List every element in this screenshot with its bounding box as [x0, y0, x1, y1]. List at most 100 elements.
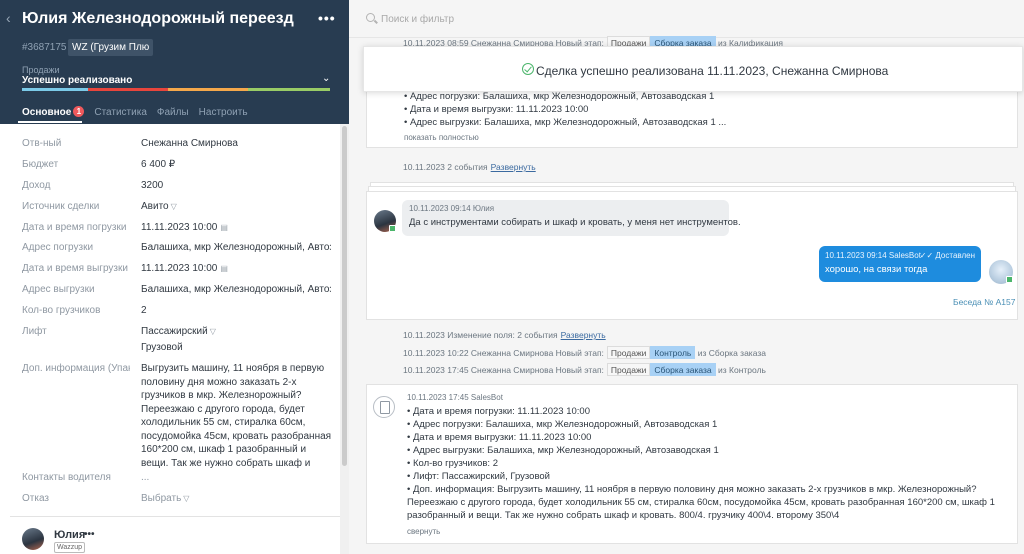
delivered-status: ✓✓ Доставлен	[919, 251, 975, 260]
whatsapp-icon	[1006, 276, 1013, 283]
show-more-link[interactable]: показать полностью	[404, 133, 479, 142]
stage-change-line: 10.11.2023 17:45 Снежанна Смирнова Новый…	[403, 363, 766, 376]
message-text: хорошо, на связи тогда	[825, 264, 928, 275]
contact-more-icon[interactable]: •••	[84, 529, 95, 540]
deal-header: ‹ Юлия Железнодорожный переезд ••• #3687…	[0, 0, 349, 124]
notification-badge: 1	[73, 106, 85, 117]
field-value-refusal[interactable]: Выбрать ▽	[141, 493, 331, 504]
chevron-down-icon: ▽	[170, 202, 177, 211]
tab-main[interactable]: Основное 1	[22, 106, 85, 118]
field-value-movers[interactable]: 2	[141, 305, 331, 316]
bot-avatar	[989, 260, 1013, 284]
field-label-extra-info: Доп. информация (Упаковка)	[22, 363, 130, 374]
field-label-refusal: Отказ	[22, 493, 49, 504]
field-label-source: Источник сделки	[22, 201, 100, 212]
more-options-icon[interactable]: •••	[318, 10, 336, 26]
field-label-load-datetime: Дата и время погрузки	[22, 222, 127, 233]
field-value-driver-contacts[interactable]: ...	[141, 472, 331, 483]
pipeline-name: Продажи	[22, 65, 60, 75]
events-text: 10.11.2023 Изменение поля: 2 события	[403, 330, 558, 340]
calendar-icon: ▤	[220, 264, 228, 273]
field-label-responsible: Отв-ный	[22, 138, 62, 149]
field-label-movers: Кол-во грузчиков	[22, 305, 101, 316]
load-datetime-value: 11.11.2023 10:00	[141, 222, 218, 233]
feed-panel: 10.11.2023 08:59 Снежанна Смирнова Новый…	[349, 0, 1024, 554]
field-label-lift: Лифт	[22, 326, 47, 337]
field-value-lift[interactable]: Пассажирский ▽	[141, 326, 331, 337]
contact-source-badge: Wazzup	[54, 542, 86, 553]
back-arrow-icon[interactable]: ‹	[6, 10, 18, 26]
field-value-lift-2[interactable]: Грузовой	[141, 342, 331, 353]
stage-change-line: 10.11.2023 10:22 Снежанна Смирнова Новый…	[403, 346, 766, 359]
stage-segment	[168, 88, 248, 91]
field-value-unload-datetime[interactable]: 11.11.2023 10:00 ▤	[141, 263, 331, 274]
deal-title[interactable]: Юлия Железнодорожный переезд	[22, 10, 294, 28]
avatar[interactable]	[374, 210, 396, 232]
field-value-unload-address[interactable]: Балашиха, мкр Железнодорожный, Автозавод…	[141, 284, 331, 295]
search-icon	[366, 13, 375, 22]
field-value-budget[interactable]: 6 400 ₽	[141, 159, 331, 170]
deal-tag[interactable]: WZ (Грузим Плю	[68, 39, 154, 56]
stage-change-from: из Контроль	[718, 364, 766, 375]
contact-avatar[interactable]	[22, 528, 44, 550]
field-value-load-datetime[interactable]: 11.11.2023 10:00 ▤	[141, 222, 331, 233]
success-toast: Сделка успешно реализована 11.11.2023, С…	[363, 46, 1023, 92]
field-label-budget: Бюджет	[22, 159, 59, 170]
expand-link[interactable]: Развернуть	[561, 330, 606, 340]
pipeline-pill: Продажи	[606, 346, 651, 359]
message-meta: 10.11.2023 09:14 SalesBot	[825, 251, 921, 260]
field-value-load-address[interactable]: Балашиха, мкр Железнодорожный, Автозавод…	[141, 242, 331, 253]
stage-select[interactable]: Успешно реализовано	[22, 75, 132, 86]
field-value-responsible[interactable]: Снежанна Смирнова	[141, 138, 331, 149]
deal-sidebar: ‹ Юлия Железнодорожный переезд ••• #3687…	[0, 0, 349, 554]
active-tab-indicator	[18, 121, 82, 123]
conversation-link[interactable]: Беседа № А157	[953, 297, 1015, 307]
stage-change-text: Снежанна Смирнова Новый этап:	[470, 347, 604, 358]
card-line: • Лифт: Пассажирский, Грузовой	[407, 471, 550, 482]
deal-id: #3687175	[22, 42, 67, 53]
tab-files[interactable]: Файлы	[157, 107, 189, 118]
tab-settings[interactable]: Настроить	[199, 107, 248, 118]
pipeline-pill: Продажи	[606, 363, 651, 376]
tab-statistics[interactable]: Статистика	[94, 107, 147, 118]
card-line: • Дата и время выгрузки: 11.11.2023 10:0…	[407, 432, 592, 443]
deal-tabs: Основное 1 Статистика Файлы Настроить	[22, 106, 248, 118]
card-line: разобранный и вещи. Так же нужно собрать…	[407, 510, 840, 521]
field-value-source[interactable]: Авито ▽	[141, 201, 331, 212]
check-circle-icon	[522, 63, 534, 75]
scrollbar-thumb[interactable]	[342, 126, 347, 466]
search-input[interactable]	[381, 11, 681, 27]
sidebar-scrollbar[interactable]	[340, 124, 349, 554]
expand-link[interactable]: Развернуть	[491, 162, 536, 172]
divider	[10, 516, 340, 517]
message-text: Да с инструментами собирать и шкаф и кро…	[409, 217, 741, 228]
field-label-load-address: Адрес погрузки	[22, 242, 94, 253]
events-line: 10.11.2023 Изменение поля: 2 события Разв…	[403, 330, 606, 340]
source-value: Авито	[141, 201, 169, 212]
calendar-icon: ▤	[220, 223, 228, 232]
events-text: 10.11.2023 2 события	[403, 162, 488, 172]
stage-segment	[22, 88, 88, 91]
toast-text: Сделка успешно реализована 11.11.2023, С…	[536, 64, 889, 78]
card-line: • Доп. информация: Выгрузить машину, 11 …	[407, 484, 977, 495]
bot-message-card: 10.11.2023 17:45 SalesBot • Дата и время…	[366, 384, 1018, 544]
incoming-message: 10.11.2023 09:14 Юлия Да с инструментами…	[402, 200, 741, 236]
outgoing-message: 10.11.2023 09:14 SalesBot ✓✓ Доставлен х…	[819, 246, 981, 282]
field-value-income[interactable]: 3200	[141, 180, 331, 191]
stage-segment	[248, 88, 330, 91]
contact-name[interactable]: Юлия	[54, 529, 85, 541]
collapse-link[interactable]: свернуть	[407, 527, 440, 536]
stage-change-date: 10.11.2023 10:22	[403, 347, 469, 358]
field-label-income: Доход	[22, 180, 51, 191]
stage-change-from: из Сборка заказа	[697, 347, 766, 358]
whatsapp-icon	[389, 225, 396, 232]
card-line: • Дата и время погрузки: 11.11.2023 10:0…	[407, 406, 590, 417]
card-line: • Адрес погрузки: Балашиха, мкр Железнод…	[407, 419, 718, 430]
chevron-down-icon[interactable]: ⌄	[322, 73, 330, 84]
tab-main-label: Основное	[22, 107, 72, 118]
card-line: • Адрес погрузки: Балашиха, мкр Железнод…	[404, 91, 715, 102]
field-value-extra-info[interactable]: Выгрузить машину, 11 ноября в первую пол…	[141, 362, 333, 470]
stage-progress-bar	[22, 88, 330, 91]
message-meta: 10.11.2023 09:14 Юлия	[409, 204, 495, 213]
unload-datetime-value: 11.11.2023 10:00	[141, 263, 218, 274]
